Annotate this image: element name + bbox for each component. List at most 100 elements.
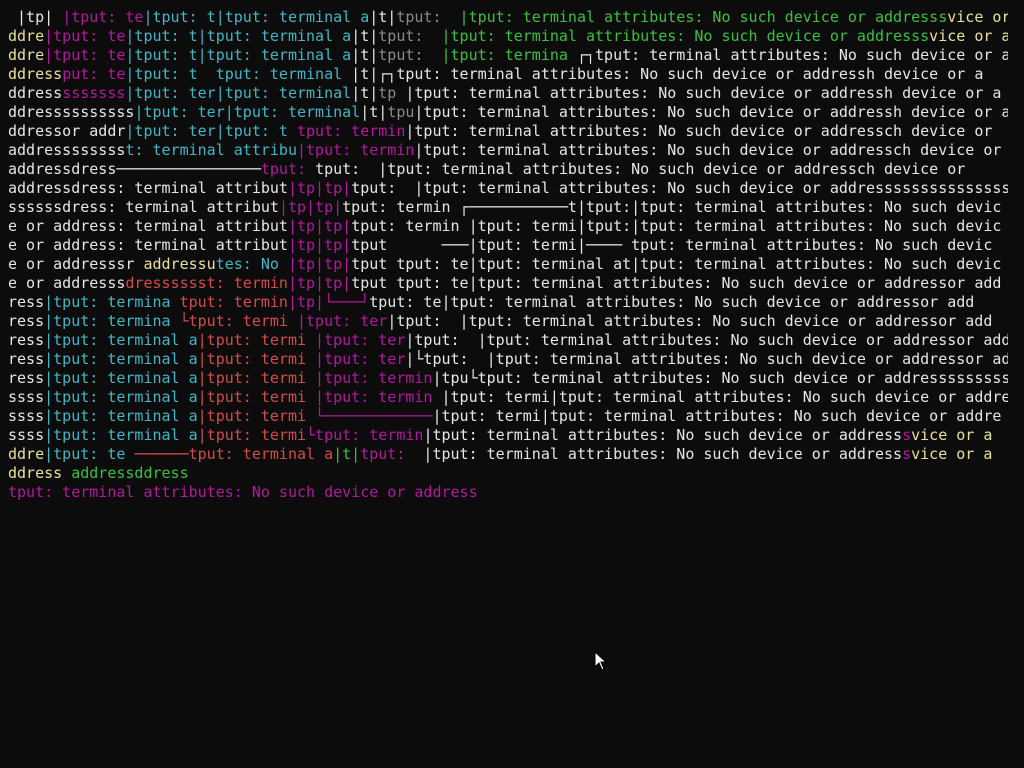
terminal-text-segment: |tput: |tput: terminal attributes: No su…: [387, 312, 993, 330]
terminal-line: ddressput: te|tput: t tput: terminal |t|…: [8, 65, 1008, 84]
terminal-text-segment: |tput: termi|tput: terminal attributes: …: [432, 388, 1008, 406]
terminal-text-segment: vice or a: [911, 426, 993, 444]
terminal-text-segment: |tput: terminal a: [44, 407, 198, 425]
terminal-text-segment: |tp|tp|: [287, 255, 352, 273]
terminal-text-segment: ssssssdress: terminal attribut: [8, 198, 279, 216]
terminal-text-segment: |tput: ter: [134, 103, 225, 121]
terminal-text-segment: |tput: ter: [125, 122, 216, 140]
terminal-line: addressdress────────────────tput: tput: …: [8, 160, 1008, 179]
terminal-text-segment: s: [902, 445, 912, 463]
terminal-text-segment: addressdress: terminal attribut: [8, 179, 288, 197]
terminal-text-segment: tes: No: [215, 255, 288, 273]
terminal-text-segment: e or address: terminal attribut: [8, 217, 288, 235]
terminal-text-segment: ddress: [8, 65, 63, 83]
terminal-text-segment: ddressor addr: [8, 122, 126, 140]
terminal-line: ddresssssssss|tput: ter|tput: terminal|t…: [8, 84, 1008, 103]
terminal-text-segment: addressdress────────────────: [8, 160, 261, 178]
terminal-text-segment: |tput: termi: [197, 388, 307, 406]
terminal-text-segment: ddress: [8, 84, 63, 102]
terminal-text-segment: |t|: [360, 103, 388, 121]
terminal-text-segment: tput: te|tput: terminal attributes: No s…: [396, 274, 1002, 292]
terminal-text-segment: |tput: terminal a: [197, 46, 352, 64]
terminal-text-segment: tput: terminal attributes: No such devic…: [396, 65, 984, 83]
terminal-text-segment: |t|: [351, 46, 379, 64]
terminal-line: |tp| |tput: te|tput: t|tput: terminal a|…: [8, 8, 1008, 27]
terminal-text-segment: |tput: termina: [44, 293, 180, 311]
terminal-text-segment: |tput: termi: [197, 331, 307, 349]
terminal-text-segment: ress: [8, 369, 45, 387]
mouse-pointer-icon: [594, 650, 608, 671]
terminal-text-segment: tput: termin: [179, 293, 288, 311]
terminal-line: e or address: terminal attribut|tp|tp|tp…: [8, 236, 1008, 255]
terminal-text-segment: |tput: t: [125, 46, 198, 64]
terminal-text-segment: ┌┐tput: terminal attributes: No such dev…: [567, 46, 1008, 64]
terminal-text-segment: └────────────: [306, 407, 433, 425]
terminal-text-segment: ddressssssssss: [8, 103, 135, 121]
terminal-text-segment: vice or a: [929, 27, 1008, 45]
terminal-text-segment: |tpu└tput: terminal attributes: No such …: [432, 369, 1008, 387]
terminal-output[interactable]: |tp| |tput: te|tput: t|tput: terminal a|…: [8, 8, 1008, 508]
terminal-text-segment: |tput: termi: [197, 426, 307, 444]
terminal-text-segment: └tput: termin: [306, 426, 424, 444]
terminal-text-segment: └tput: termi: [179, 312, 288, 330]
terminal-text-segment: ddre: [8, 46, 45, 64]
terminal-text-segment: |tput: terminal attributes: No such devi…: [423, 426, 903, 444]
terminal-text-segment: |tp|tp|: [287, 179, 352, 197]
terminal-text-segment: ress: [8, 350, 45, 368]
terminal-text-segment: |tput: termi: [197, 369, 307, 387]
terminal-text-segment: ddre: [8, 445, 45, 463]
terminal-text-segment: |tput: termi|tput: terminal attributes: …: [432, 407, 1002, 425]
terminal-text-segment: ress: [8, 293, 45, 311]
terminal-text-segment: addressddress: [71, 464, 189, 482]
terminal-text-segment: |tput: terminal attributes: No such devi…: [414, 103, 1008, 121]
terminal-text-segment: |tput: terminal: [224, 103, 361, 121]
terminal-text-segment: |tput: termina: [432, 46, 568, 64]
terminal-text-segment: |tput: termin: [306, 369, 433, 387]
terminal-text-segment: ddress: [8, 464, 72, 482]
terminal-text-segment: |tput: terminal a: [44, 331, 198, 349]
terminal-text-segment: tp: [378, 84, 397, 102]
terminal-text-segment: tput:: [315, 160, 379, 178]
terminal-text-segment: |tput: terminal attributes: No such devi…: [414, 141, 1002, 159]
terminal-line: ddress addressddress: [8, 464, 1008, 483]
terminal-text-segment: tput: termin |tput: termi|tput:|tput: te…: [351, 217, 1002, 235]
terminal-text-segment: |tput: t: [125, 65, 198, 83]
terminal-text-segment: |t|: [351, 84, 379, 102]
terminal-text-segment: |tput: |tput: terminal attributes: No su…: [405, 331, 1008, 349]
terminal-text-segment: |tput: terminal attributes: No such devi…: [405, 122, 993, 140]
terminal-text-segment: ssss: [8, 388, 45, 406]
terminal-text-segment: |tp|tp|: [278, 198, 343, 216]
terminal-line: e or addresssdresssssst: termin|tp|tp|tp…: [8, 274, 1008, 293]
terminal-text-segment: |tput: t: [125, 27, 198, 45]
terminal-text-segment: |tp|└───┘: [287, 293, 370, 311]
terminal-line: addressdress: terminal attribut|tp|tp|tp…: [8, 179, 1008, 198]
terminal-text-segment: tput:: [378, 27, 433, 45]
terminal-line: ssss|tput: terminal a|tput: termi |tput:…: [8, 388, 1008, 407]
terminal-text-segment: |tp|tp|: [287, 217, 352, 235]
terminal-text-segment: |tput: terminal a: [44, 369, 198, 387]
terminal-line: ress|tput: terminal a|tput: termi |tput:…: [8, 350, 1008, 369]
terminal-text-segment: addressssssss: [8, 141, 126, 159]
terminal-text-segment: |tput: terminal attributes: No such devi…: [432, 27, 930, 45]
terminal-line: ddressssssssss|tput: ter|tput: terminal|…: [8, 103, 1008, 122]
terminal-text-segment: tput:: [360, 445, 415, 463]
terminal-text-segment: tput: te|tput: terminal attributes: No s…: [369, 293, 975, 311]
terminal-line: ssss|tput: terminal a|tput: termi └─────…: [8, 407, 1008, 426]
terminal-text-segment: |tput: terminal attributes: No such devi…: [450, 8, 948, 26]
terminal-text-segment: tput: termin ┌───────────t|tput:|tput: t…: [342, 198, 1002, 216]
terminal-text-segment: |t|: [333, 445, 361, 463]
terminal-text-segment: |tput: te: [44, 46, 126, 64]
terminal-text-segment: ──────: [125, 445, 189, 463]
terminal-text-segment: e or address: terminal attribut: [8, 236, 288, 254]
terminal-text-segment: |t|: [369, 8, 397, 26]
terminal-text-segment: tput:: [396, 8, 451, 26]
terminal-text-segment: |tput: terminal attributes: No such devi…: [414, 445, 903, 463]
terminal-text-segment: |tput: terminal attributes: No such devi…: [378, 160, 966, 178]
terminal-line: ress|tput: termina tput: termin|tp|└───┘…: [8, 293, 1008, 312]
terminal-text-segment: t: terminal attribu: [125, 141, 297, 159]
terminal-text-segment: |tput: t: [215, 122, 288, 140]
terminal-text-segment: |tput: te: [44, 27, 126, 45]
terminal-text-segment: |tput: t: [143, 8, 216, 26]
terminal-line: e or addresssr addressutes: No |tp|tp|tp…: [8, 255, 1008, 274]
terminal-line: tput: terminal attributes: No such devic…: [8, 483, 1008, 502]
